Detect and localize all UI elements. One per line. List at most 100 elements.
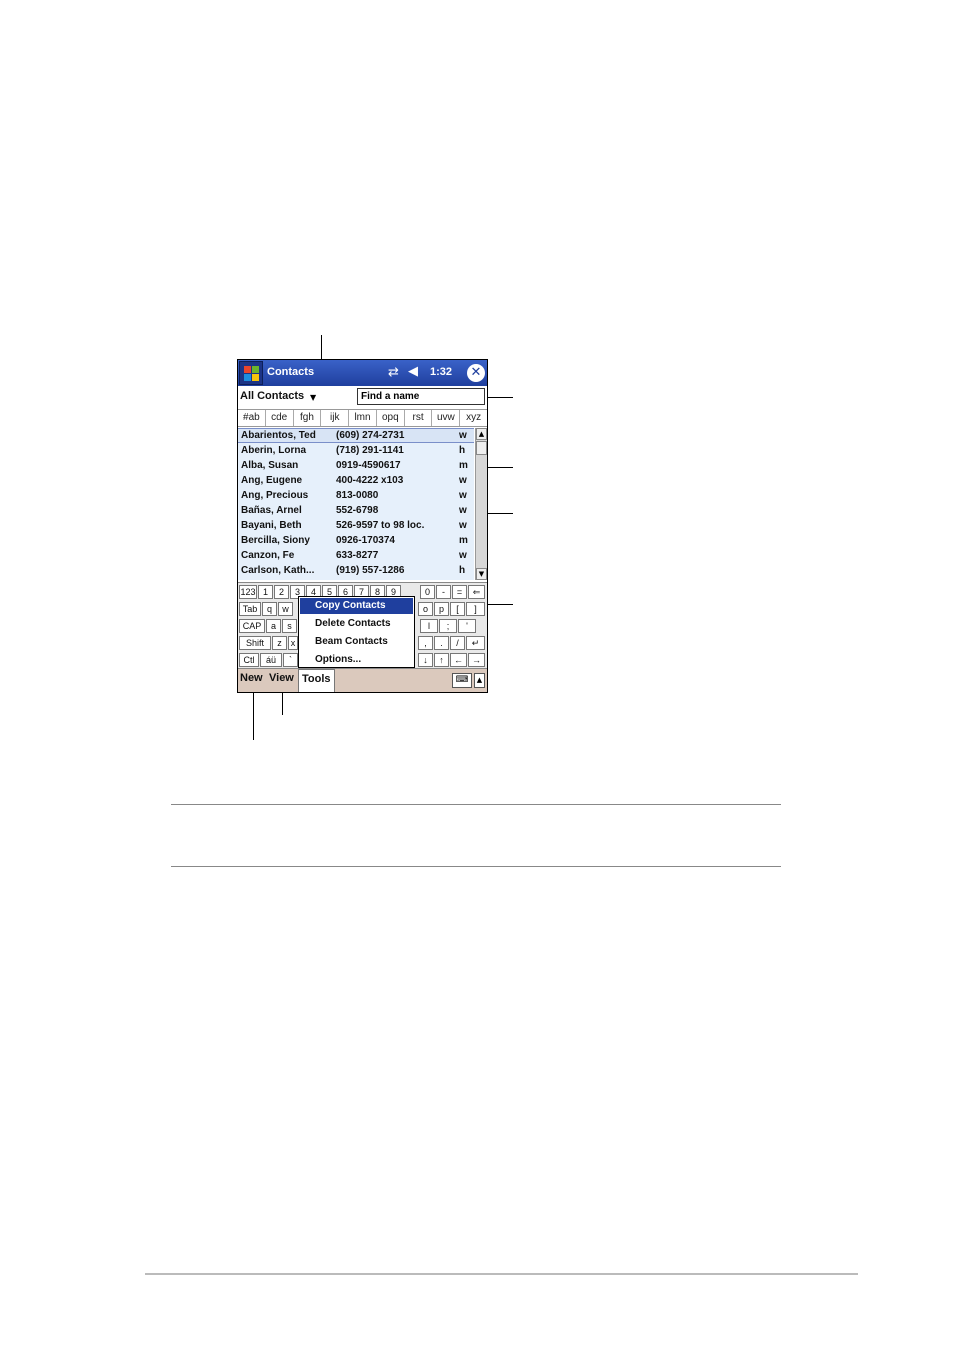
kbd-key[interactable]: Tab bbox=[239, 602, 261, 616]
contact-phone: (919) 557-1286 bbox=[336, 565, 405, 576]
sync-arrows-icon[interactable]: ⇄ bbox=[388, 365, 399, 380]
abc-tab[interactable]: xyz bbox=[460, 410, 487, 426]
backspace-icon[interactable]: ⇐ bbox=[468, 585, 485, 599]
contact-phone: 400-4222 x103 bbox=[336, 475, 404, 486]
kbd-key[interactable]: ' bbox=[458, 619, 476, 633]
list-item[interactable]: Abarientos, Ted (609) 274-2731 w bbox=[238, 428, 474, 443]
kbd-key[interactable]: w bbox=[278, 602, 293, 616]
pocket-pc-screen: Contacts ⇄ ◀︎ 1:32 ✕ All Contacts ▼ Find… bbox=[237, 359, 488, 693]
clock[interactable]: 1:32 bbox=[430, 366, 452, 378]
kbd-key[interactable]: ; bbox=[439, 619, 457, 633]
contact-name: Abarientos, Ted bbox=[241, 430, 316, 441]
menu-item-beam-contacts[interactable]: Beam Contacts bbox=[300, 634, 413, 650]
arrow-right-icon[interactable]: → bbox=[468, 653, 485, 667]
contact-phone: 813-0080 bbox=[336, 490, 379, 501]
kbd-key[interactable]: q bbox=[262, 602, 277, 616]
footer-rule bbox=[145, 1273, 858, 1275]
new-button[interactable]: New bbox=[240, 672, 263, 684]
divider-bottom bbox=[171, 866, 781, 867]
menu-item-copy-contacts[interactable]: Copy Contacts bbox=[300, 598, 413, 614]
kbd-key[interactable]: Ctl bbox=[239, 653, 259, 667]
input-panel-toggle-icon[interactable]: ▲ bbox=[474, 673, 485, 688]
menu-item-options[interactable]: Options... bbox=[300, 652, 413, 668]
kbd-key[interactable]: o bbox=[418, 602, 433, 616]
contact-phone-type: w bbox=[459, 430, 467, 441]
abc-tab[interactable]: lmn bbox=[349, 410, 377, 426]
abc-tab[interactable]: rst bbox=[405, 410, 433, 426]
speaker-icon[interactable]: ◀︎ bbox=[408, 364, 418, 379]
list-item[interactable]: Bayani, Beth 526-9597 to 98 loc. w bbox=[238, 518, 474, 533]
list-item[interactable]: Canzon, Fe 633-8277 w bbox=[238, 548, 474, 563]
contact-phone: (609) 274-2731 bbox=[336, 430, 405, 441]
contact-phone-type: w bbox=[459, 550, 467, 561]
kbd-key[interactable]: , bbox=[418, 636, 433, 650]
kbd-key[interactable]: Shift bbox=[239, 636, 271, 650]
contact-phone: 0919-4590617 bbox=[336, 460, 401, 471]
contact-name: Alba, Susan bbox=[241, 460, 299, 471]
scroll-up-icon[interactable]: ▲ bbox=[476, 428, 487, 440]
kbd-key[interactable]: 0 bbox=[420, 585, 435, 599]
kbd-key[interactable]: 2 bbox=[274, 585, 289, 599]
abc-tab[interactable]: cde bbox=[266, 410, 294, 426]
abc-tab[interactable]: fgh bbox=[294, 410, 322, 426]
contact-phone-type: h bbox=[459, 445, 466, 456]
kbd-key[interactable]: CAP bbox=[239, 619, 265, 633]
kbd-key[interactable]: z bbox=[272, 636, 287, 650]
list-item[interactable]: Ang, Precious 813-0080 w bbox=[238, 488, 474, 503]
list-item[interactable]: Carlson, Kath... (919) 557-1286 h bbox=[238, 563, 474, 578]
contact-name: Ang, Precious bbox=[241, 490, 309, 501]
contact-phone-type: m bbox=[459, 460, 468, 471]
view-menu[interactable]: View bbox=[269, 672, 294, 684]
arrow-down-icon[interactable]: ↓ bbox=[418, 653, 433, 667]
command-bar: New View Tools ⌨ ▲ bbox=[238, 668, 487, 692]
menu-item-delete-contacts[interactable]: Delete Contacts bbox=[300, 616, 413, 632]
list-item[interactable]: Bañas, Arnel 552-6798 w bbox=[238, 503, 474, 518]
kbd-key[interactable]: x bbox=[288, 636, 298, 650]
keyboard-icon[interactable]: ⌨ bbox=[452, 673, 472, 688]
kbd-key[interactable]: áü bbox=[260, 653, 282, 667]
scroll-down-icon[interactable]: ▼ bbox=[476, 568, 487, 580]
contact-name: Aberin, Lorna bbox=[241, 445, 307, 456]
contact-phone-type: w bbox=[459, 505, 467, 516]
contact-phone-type: w bbox=[459, 490, 467, 501]
arrow-up-icon[interactable]: ↑ bbox=[434, 653, 449, 667]
close-icon[interactable]: ✕ bbox=[467, 364, 485, 382]
contact-phone-type: h bbox=[459, 565, 466, 576]
kbd-key[interactable]: [ bbox=[450, 602, 465, 616]
find-name-input[interactable]: Find a name bbox=[357, 388, 485, 405]
contact-list-scrollbar[interactable]: ▲ ▼ bbox=[475, 428, 487, 580]
kbd-key[interactable]: . bbox=[434, 636, 449, 650]
start-menu-icon[interactable] bbox=[239, 361, 263, 385]
kbd-key[interactable]: s bbox=[282, 619, 297, 633]
tools-popup-menu: Copy Contacts Delete Contacts Beam Conta… bbox=[298, 596, 415, 668]
abc-tab[interactable]: opq bbox=[377, 410, 405, 426]
kbd-key[interactable]: ] bbox=[466, 602, 485, 616]
abc-tab[interactable]: ijk bbox=[321, 410, 350, 426]
list-item[interactable]: Bercilla, Siony 0926-170374 m bbox=[238, 533, 474, 548]
kbd-key[interactable]: / bbox=[450, 636, 465, 650]
kbd-key[interactable]: p bbox=[434, 602, 449, 616]
contact-name: Canzon, Fe bbox=[241, 550, 295, 561]
scroll-thumb[interactable] bbox=[476, 441, 487, 455]
kbd-key[interactable]: l bbox=[420, 619, 438, 633]
kbd-key[interactable]: a bbox=[266, 619, 281, 633]
contact-phone: 0926-170374 bbox=[336, 535, 395, 546]
kbd-key[interactable]: 1 bbox=[258, 585, 273, 599]
kbd-key[interactable]: = bbox=[452, 585, 467, 599]
tools-menu[interactable]: Tools bbox=[298, 669, 335, 692]
category-dropdown[interactable]: All Contacts bbox=[240, 390, 304, 402]
arrow-left-icon[interactable]: ← bbox=[450, 653, 467, 667]
list-item[interactable]: Ang, Eugene 400-4222 x103 w bbox=[238, 473, 474, 488]
list-item[interactable]: Aberin, Lorna (718) 291-1141 h bbox=[238, 443, 474, 458]
list-item[interactable]: Alba, Susan 0919-4590617 m bbox=[238, 458, 474, 473]
contact-name: Carlson, Kath... bbox=[241, 565, 315, 576]
enter-icon[interactable]: ↵ bbox=[466, 636, 485, 650]
chevron-down-icon[interactable]: ▼ bbox=[310, 393, 316, 402]
abc-tab[interactable]: #ab bbox=[238, 410, 266, 426]
contact-phone: 526-9597 to 98 loc. bbox=[336, 520, 425, 531]
kbd-key[interactable]: 123 bbox=[239, 585, 257, 599]
abc-tab[interactable]: uvw bbox=[432, 410, 461, 426]
kbd-key[interactable]: - bbox=[436, 585, 451, 599]
contact-name: Bayani, Beth bbox=[241, 520, 302, 531]
kbd-key[interactable]: ` bbox=[283, 653, 298, 667]
